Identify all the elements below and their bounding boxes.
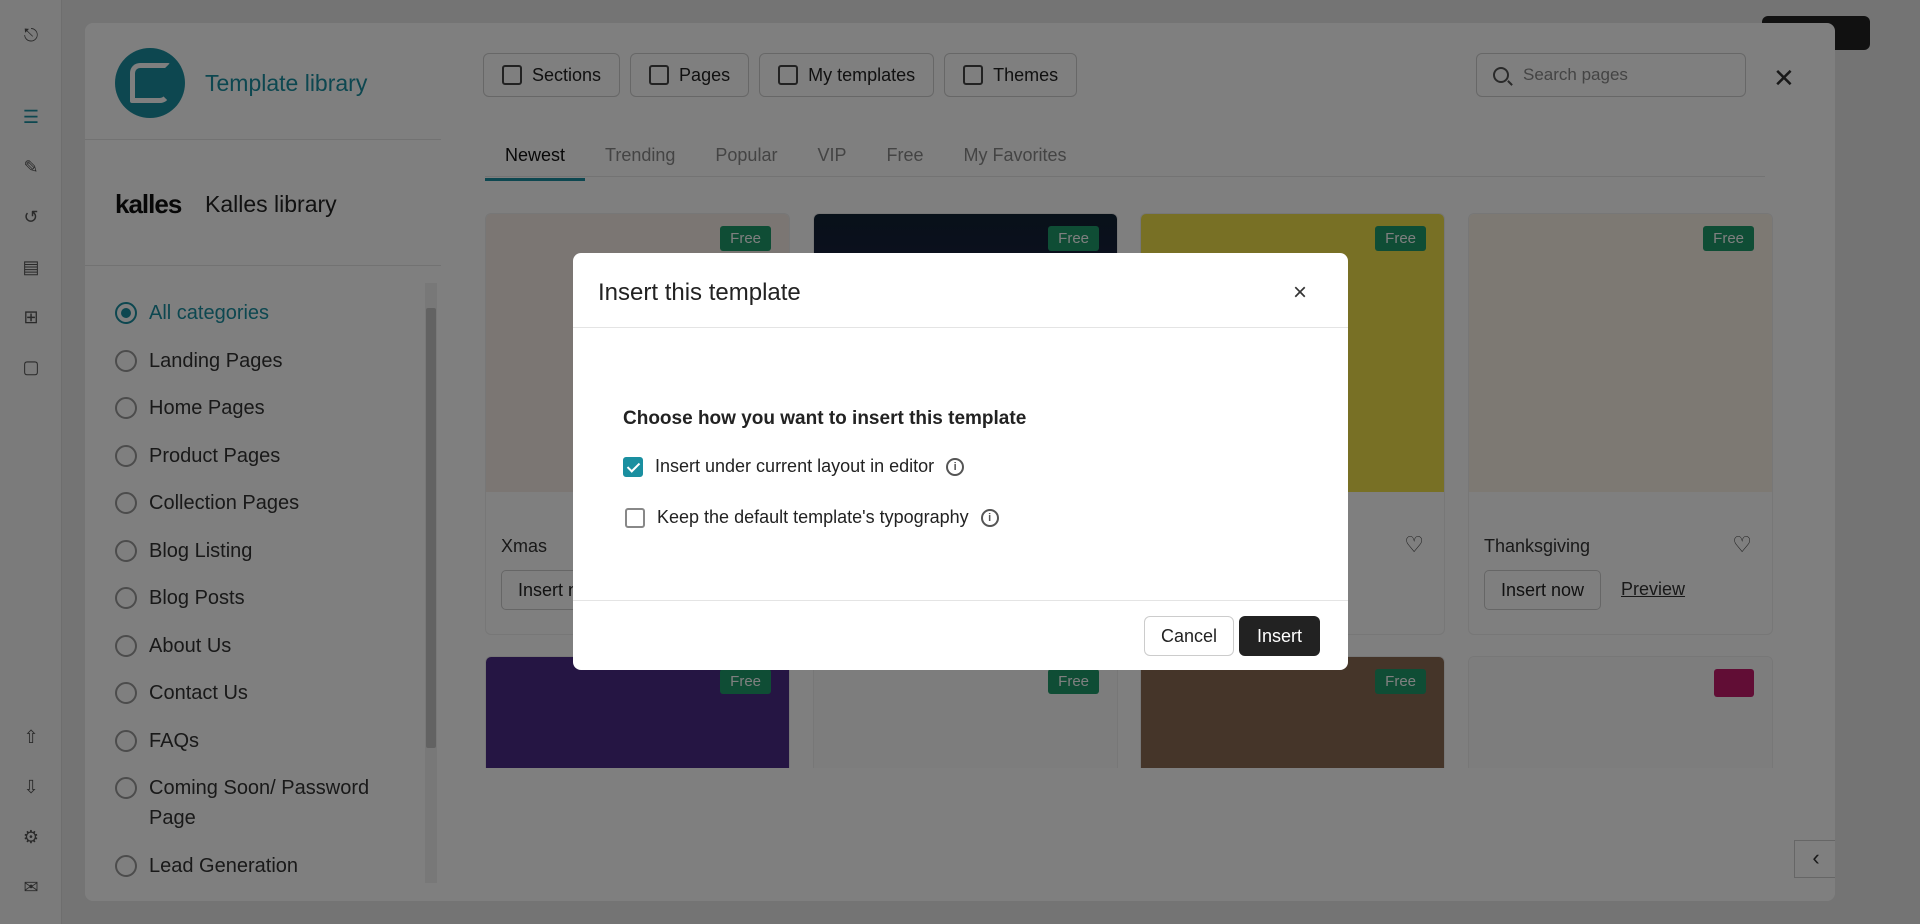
checkbox-unchecked[interactable] [625,507,645,528]
info-icon[interactable]: i [980,508,999,527]
close-icon[interactable]: × [1293,279,1307,307]
insert-button[interactable]: Insert [1239,616,1321,656]
info-icon[interactable]: i [946,457,965,476]
dialog-title: Insert this template [598,279,801,306]
dialog-heading: Choose how you want to insert this templ… [623,408,1027,429]
option-keep-typography[interactable]: Keep the default template's typography i [625,507,999,528]
insert-template-dialog: Insert this template × Choose how you wa… [573,253,1348,670]
option-insert-under-layout[interactable]: Insert under current layout in editor i [623,456,965,477]
cancel-button[interactable]: Cancel [1144,616,1235,656]
checkbox-checked[interactable] [623,456,643,477]
